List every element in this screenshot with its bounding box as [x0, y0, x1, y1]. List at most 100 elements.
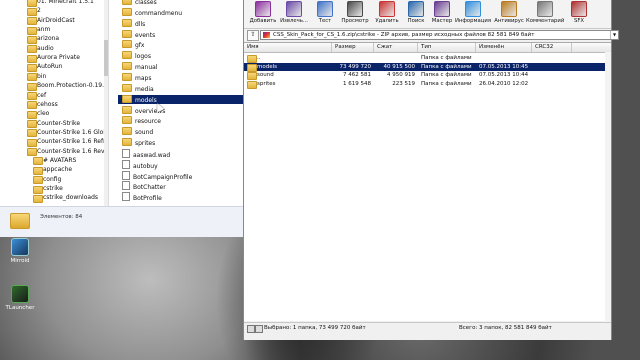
list-item[interactable]: autobuy [118, 159, 243, 170]
list-item[interactable]: classes [118, 0, 243, 6]
tree-item[interactable]: cstrike_downloads [0, 193, 108, 203]
add-icon [255, 1, 271, 17]
list-item[interactable]: BotCampaignProfile [118, 170, 243, 181]
tree-item[interactable]: appcache [0, 165, 108, 175]
list-item[interactable]: models [118, 94, 243, 104]
table-row[interactable]: models 73 499 720 40 915 500 Папка с файлам… [244, 62, 611, 72]
list-item[interactable]: manual [118, 62, 243, 71]
file-icon [122, 192, 130, 202]
tree-item[interactable]: AirDroidCast [0, 16, 108, 26]
list-item-label: logos [135, 53, 151, 61]
total-status: Всего: 3 папок, 82 581 849 байт [459, 325, 552, 331]
list-item[interactable]: media [118, 83, 243, 93]
table-row[interactable]: .. Папка с файлами [244, 54, 611, 63]
tree-item-label: cleo [37, 110, 50, 118]
winrar-statusbar: Выбрано: 1 папка, 73 499 720 байт Всего:… [244, 322, 611, 334]
toolbar-button-info[interactable]: Информация [454, 1, 492, 24]
tree-item[interactable]: anm [0, 25, 108, 35]
folder-icon [122, 94, 132, 103]
key-icon[interactable] [255, 325, 263, 333]
tree-item[interactable]: Counter-Strike [0, 119, 108, 129]
archive-icon [263, 32, 270, 38]
toolbar-button-add[interactable]: Добавить [248, 1, 278, 24]
tree-item[interactable]: 01. Minecraft 1.5.1 [0, 0, 108, 7]
folder-icon [27, 120, 37, 129]
folder-icon [122, 105, 132, 114]
list-item[interactable]: BotChatter [118, 181, 243, 191]
column-header[interactable]: CRC32 [532, 43, 572, 52]
toolbar-button-antivirus[interactable]: Антивирус [494, 1, 524, 24]
list-item-label: commandmenu [135, 9, 183, 17]
tree-item[interactable]: audio [0, 44, 108, 54]
tree-item[interactable]: cstrike [0, 184, 108, 194]
list-item[interactable]: BotProfile [118, 192, 243, 202]
tree-item[interactable]: Counter-Strike 1.6 Global Of [0, 128, 108, 138]
tree-scrollbar[interactable] [104, 0, 108, 206]
archive-path-field[interactable]: CSS_Skin_Pack_for_CS_1.6.zip\cstrike - Z… [260, 30, 619, 40]
cell-packed: 223 519 [392, 80, 415, 87]
folder-icon [33, 194, 43, 203]
list-item[interactable]: aaswad.wad [118, 148, 243, 159]
tree-item[interactable]: cef [0, 91, 108, 100]
list-item[interactable]: resource [118, 116, 243, 125]
list-item-label: maps [135, 74, 152, 82]
find-icon [408, 1, 424, 17]
tree-item[interactable]: cleo [0, 109, 108, 119]
folder-icon [27, 138, 37, 147]
tree-item[interactable]: AutoRun [0, 62, 108, 72]
tree-item[interactable]: Counter-Strike 1.6 Revolt [0, 147, 108, 157]
table-row[interactable]: sprites 1 619 548 223 519 Папка с файлами 26… [244, 80, 611, 89]
toolbar-button-sfx[interactable]: SFX [564, 1, 594, 24]
folder-icon [33, 157, 43, 166]
list-item-label: autobuy [133, 162, 158, 170]
tree-item[interactable]: cehoss [0, 100, 108, 110]
toolbar-button-label: Мастер [431, 18, 453, 24]
list-item[interactable]: logos [118, 51, 243, 60]
cell-name: sprites [257, 80, 276, 87]
tree-item[interactable]: 2 [0, 6, 108, 16]
list-item[interactable]: gfx [118, 40, 243, 49]
list-item[interactable]: maps [118, 72, 243, 82]
list-item[interactable]: sound [118, 127, 243, 136]
list-item[interactable]: overviews [118, 105, 243, 115]
column-header[interactable]: Размер [332, 43, 374, 52]
toolbar-button-view[interactable]: Просмотр [340, 1, 370, 24]
column-header[interactable]: Имя [244, 43, 332, 52]
column-header[interactable]: Тип [418, 43, 476, 52]
list-item-label: resource [135, 118, 161, 126]
table-row[interactable]: sound 7 462 581 4 950 919 Папка с файлами 07… [244, 71, 611, 81]
desktop-icon-mirroid[interactable]: Mirroid [0, 238, 40, 264]
file-icon [122, 181, 130, 191]
winrar-window: Добавить Извлечь... Тест Просмотр Удалить Пои… [243, 0, 619, 340]
toolbar-button-comment[interactable]: Комментарий [526, 1, 564, 24]
tree-item[interactable]: # AVATARS [0, 156, 108, 166]
tree-item[interactable]: Counter-Strike 1.6 Refresh [0, 137, 108, 147]
tree-item[interactable]: arizona [0, 34, 108, 44]
list-item[interactable]: dlls [118, 18, 243, 28]
folder-icon [27, 148, 37, 157]
column-header[interactable]: Сжат [374, 43, 418, 52]
list-item[interactable]: sprites [118, 138, 243, 147]
list-item[interactable]: events [118, 29, 243, 39]
toolbar-button-delete[interactable]: Удалить [372, 1, 402, 24]
scrollbar-thumb[interactable] [104, 40, 108, 76]
grid-scrollbar[interactable] [605, 52, 611, 322]
tree-item-label: audio [37, 44, 54, 52]
antivirus-icon [501, 1, 517, 17]
drive-icon[interactable] [247, 325, 255, 333]
up-folder-button[interactable]: ⇧ [247, 30, 259, 41]
list-item[interactable]: commandmenu [118, 7, 243, 17]
tree-item[interactable]: config [0, 175, 108, 185]
toolbar-button-test[interactable]: Тест [310, 1, 340, 24]
tree-item[interactable]: Boom.Protection-0.19.1 mer [0, 81, 108, 91]
toolbar-button-extract[interactable]: Извлечь... [279, 1, 309, 24]
toolbar-button-wizard[interactable]: Мастер [427, 1, 457, 24]
tree-item[interactable]: Aurora Private [0, 53, 108, 63]
tree-item-label: anm [37, 26, 51, 34]
chevron-down-icon[interactable]: ▼ [610, 31, 618, 39]
folder-icon [122, 62, 132, 71]
desktop-icon-tlauncher[interactable]: TLauncher [0, 285, 40, 311]
tree-item-label: AutoRun [37, 63, 63, 71]
column-header[interactable]: Изменён [476, 43, 532, 52]
tree-item[interactable]: bin [0, 72, 108, 82]
